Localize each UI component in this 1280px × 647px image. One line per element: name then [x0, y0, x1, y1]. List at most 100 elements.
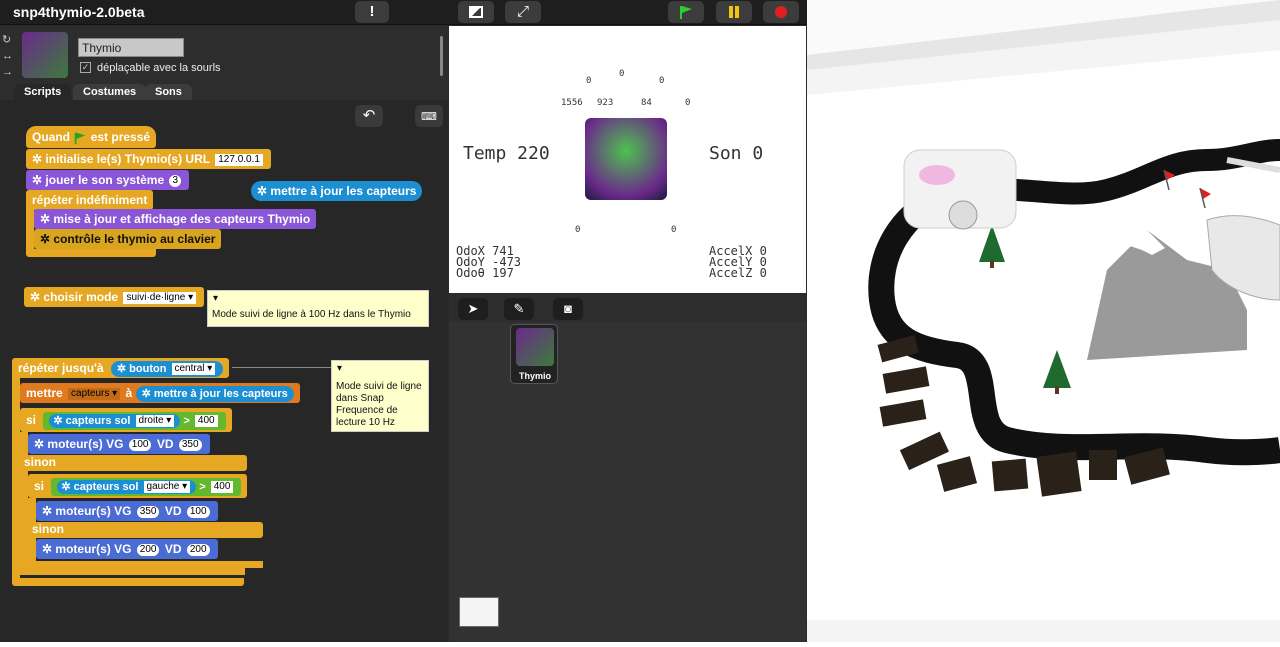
repeat-until-block[interactable]: répéter jusqu'à ✲ bouton central ▾	[12, 358, 230, 378]
tab-costumes[interactable]: Costumes	[73, 84, 147, 100]
init-url-input[interactable]: 127.0.0.1	[215, 153, 263, 166]
mode-dropdown[interactable]: suivi·de·ligne ▾	[123, 291, 197, 304]
update-display-sensors-block[interactable]: ✲ mise à jour et affichage des capteurs …	[34, 209, 317, 229]
snap-ide: snp4thymio-2.0beta ! ⤢ ↻ ↔ → Thymio ✓ dépl…	[0, 0, 807, 642]
init-thymio-block[interactable]: ✲ initialise le(s) Thymio(s) URL 127.0.0…	[26, 149, 271, 169]
comment-line-follow-100hz[interactable]: ▾ Mode suivi de ligne à 100 Hz dans le T…	[207, 290, 429, 327]
odo-theta: Odoθ 197	[456, 266, 514, 280]
keyboard-control-label: contrôle le thymio au clavier	[53, 232, 216, 246]
vd-label: VD	[164, 542, 182, 556]
thymio-sprite[interactable]	[585, 118, 667, 200]
if-else-block-2[interactable]: si ✲ capteurs sol gauche ▾ > 400	[28, 474, 248, 498]
set-variable-block[interactable]: mettre capteurs ▾ à ✲ mettre à jour les …	[20, 383, 300, 403]
sprite-name-field[interactable]: Thymio	[78, 38, 184, 57]
floor-side-dropdown-value: droite	[138, 415, 164, 427]
floor-side-dropdown[interactable]: droite ▾	[135, 415, 175, 428]
sprite-bar-scrollbar[interactable]	[440, 36, 443, 76]
thymio-icon: ✲	[40, 212, 51, 226]
button-sensor-reporter[interactable]: ✲ bouton central ▾	[110, 361, 224, 377]
update-sensors-reporter[interactable]: ✲ mettre à jour les capteurs	[135, 386, 294, 402]
collapse-arrow-icon[interactable]: ▾	[337, 363, 342, 375]
stop-button[interactable]	[763, 1, 799, 23]
accel-z: AccelZ 0	[709, 266, 767, 280]
prox-top-2: 0	[659, 76, 665, 86]
stage-thumbnail[interactable]	[459, 597, 499, 627]
choose-mode-label: choisir mode	[43, 290, 119, 304]
tab-sounds[interactable]: Sons	[145, 84, 192, 100]
thymio-icon: ✲	[34, 437, 45, 451]
when-flag-clicked-hat[interactable]: Quand est pressé	[26, 126, 157, 148]
comment-snap-line-follow[interactable]: ▾ Mode suivi de ligne dans Snap Frequenc…	[331, 360, 429, 432]
variable-dropdown[interactable]: capteurs ▾	[68, 387, 121, 400]
thymio-icon: ✲	[53, 415, 63, 427]
choose-mode-block[interactable]: ✲ choisir mode suivi·de·ligne ▾	[24, 287, 205, 307]
rotation-style-icons[interactable]: ↻ ↔ →	[2, 32, 13, 80]
prox-row-0: 1556	[561, 98, 583, 108]
motors-block-2[interactable]: ✲ moteur(s) VG 350 VD 100	[36, 501, 218, 521]
set-update-label: mettre à jour les capteurs	[153, 388, 288, 400]
motors-block-3[interactable]: ✲ moteur(s) VG 200 VD 200	[36, 539, 218, 559]
greater-than-operator[interactable]: ✲ capteurs sol droite ▾ > 400	[43, 412, 226, 430]
flag-icon	[75, 132, 86, 144]
floor-sensor-reporter[interactable]: ✲ capteurs sol gauche ▾	[57, 480, 197, 494]
vd-input[interactable]: 200	[186, 543, 210, 556]
green-flag-button[interactable]	[668, 1, 704, 23]
if-else-bottom-2	[28, 561, 263, 568]
button-dropdown[interactable]: central ▾	[171, 363, 216, 376]
vd-input[interactable]: 350	[178, 438, 202, 451]
vg-input[interactable]: 200	[136, 543, 160, 556]
thymio-icon: ✲	[30, 290, 41, 304]
set-label: mettre	[26, 386, 63, 400]
fullscreen-button[interactable]: ⤢	[505, 1, 541, 23]
forever-body	[26, 208, 34, 252]
collapse-arrow-icon[interactable]: ▾	[213, 293, 218, 305]
draggable-checkbox[interactable]: ✓	[80, 62, 91, 73]
fullscreen-icon: ⤢	[516, 3, 529, 20]
sprite-thumbnail	[22, 32, 68, 78]
tab-scripts[interactable]: Scripts	[14, 84, 72, 100]
sound-value-input[interactable]: 3	[169, 174, 182, 187]
button-label: bouton	[129, 363, 167, 375]
ground-sensor-left: 0	[575, 225, 581, 235]
comment-text: Mode suivi de ligne à 100 Hz dans le Thy…	[212, 309, 411, 320]
floor-sensor-reporter[interactable]: ✲ capteurs sol droite ▾	[49, 414, 181, 428]
motors-label: moteur(s)	[55, 504, 111, 518]
stage-size-button[interactable]	[458, 1, 494, 23]
vd-input[interactable]: 100	[186, 505, 210, 518]
floor-sensor-label: capteurs sol	[73, 481, 139, 493]
update-sensors-reporter[interactable]: ✲ mettre à jour les capteurs	[251, 181, 423, 201]
add-turtle-button[interactable]: ➤	[458, 298, 488, 320]
camera-button[interactable]: ◙	[553, 298, 583, 320]
simulator-view[interactable]	[807, 0, 1280, 642]
paintbrush-icon: ✎	[513, 301, 525, 316]
motors-label: moteur(s)	[47, 437, 103, 451]
play-system-sound-block[interactable]: ✲ jouer le son système 3	[26, 170, 190, 190]
undo-button[interactable]: ↶	[355, 105, 383, 127]
sprite-toolbar	[449, 294, 806, 322]
pause-button[interactable]	[716, 1, 752, 23]
threshold-input[interactable]: 400	[210, 481, 234, 494]
prox-top-1: 0	[619, 69, 625, 79]
greater-than-operator[interactable]: ✲ capteurs sol gauche ▾ > 400	[51, 478, 242, 496]
forever-block[interactable]: répéter indéfiniment	[26, 190, 154, 210]
paint-new-sprite-button[interactable]: ✎	[504, 298, 534, 320]
keyboard-entry-button[interactable]: ⌨	[415, 105, 443, 127]
undo-icon: ↶	[362, 107, 376, 124]
keyboard-control-block[interactable]: ✲ contrôle le thymio au clavier	[34, 229, 222, 249]
thymio-robot	[903, 149, 1017, 230]
if-else-body-1	[20, 432, 28, 572]
floor-side-dropdown[interactable]: gauche ▾	[143, 481, 191, 494]
if-else-block-1[interactable]: si ✲ capteurs sol droite ▾ > 400	[20, 408, 232, 432]
top-bar: snp4thymio-2.0beta ! ⤢	[0, 0, 807, 25]
motors-block-1[interactable]: ✲ moteur(s) VG 100 VD 350	[28, 434, 210, 454]
corral-sprite-label: Thymio	[518, 371, 551, 381]
threshold-input[interactable]: 400	[194, 415, 218, 428]
corral-sprite-thymio[interactable]: Thymio	[510, 324, 558, 384]
thymio-icon: ✲	[61, 481, 71, 493]
vg-input[interactable]: 350	[136, 505, 160, 518]
settings-button[interactable]: !	[355, 1, 389, 23]
repeat-bottom	[12, 578, 244, 586]
if-label: si	[34, 479, 45, 493]
prox-row-1: 923	[597, 98, 614, 108]
vg-input[interactable]: 100	[128, 438, 152, 451]
